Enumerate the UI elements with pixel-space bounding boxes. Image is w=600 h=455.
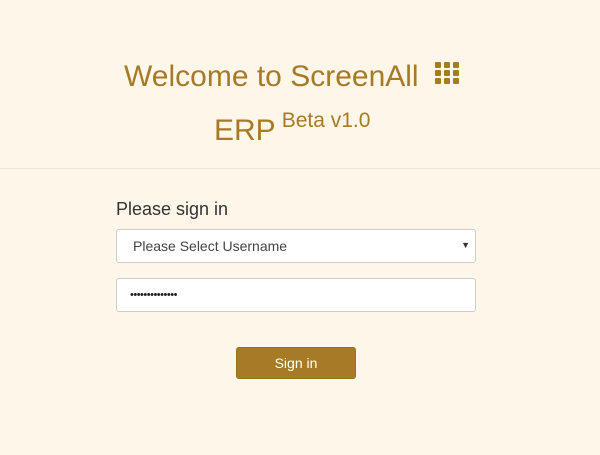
- username-select-value: Please Select Username: [133, 238, 288, 254]
- page-header: Welcome to ScreenAll ERP Beta v1.0: [0, 0, 600, 169]
- sign-in-button[interactable]: Sign in: [236, 347, 356, 379]
- login-page: Welcome to ScreenAll ERP Beta v1.0 Pleas…: [0, 0, 600, 455]
- username-select[interactable]: Please Select Username ▼: [116, 229, 476, 263]
- grid-icon: [434, 57, 459, 93]
- page-subtitle: ERP Beta v1.0: [214, 109, 371, 151]
- password-masked-value: ••••••••••••••: [130, 289, 177, 301]
- product-name: ERP: [214, 114, 276, 147]
- password-field[interactable]: ••••••••••••••: [116, 278, 476, 312]
- version-label: Beta v1.0: [281, 109, 371, 132]
- chevron-down-icon: ▼: [461, 240, 470, 250]
- page-title-text: Welcome to ScreenAll: [124, 60, 419, 93]
- page-title: Welcome to ScreenAll: [0, 59, 583, 96]
- signin-heading: Please sign in: [116, 199, 229, 219]
